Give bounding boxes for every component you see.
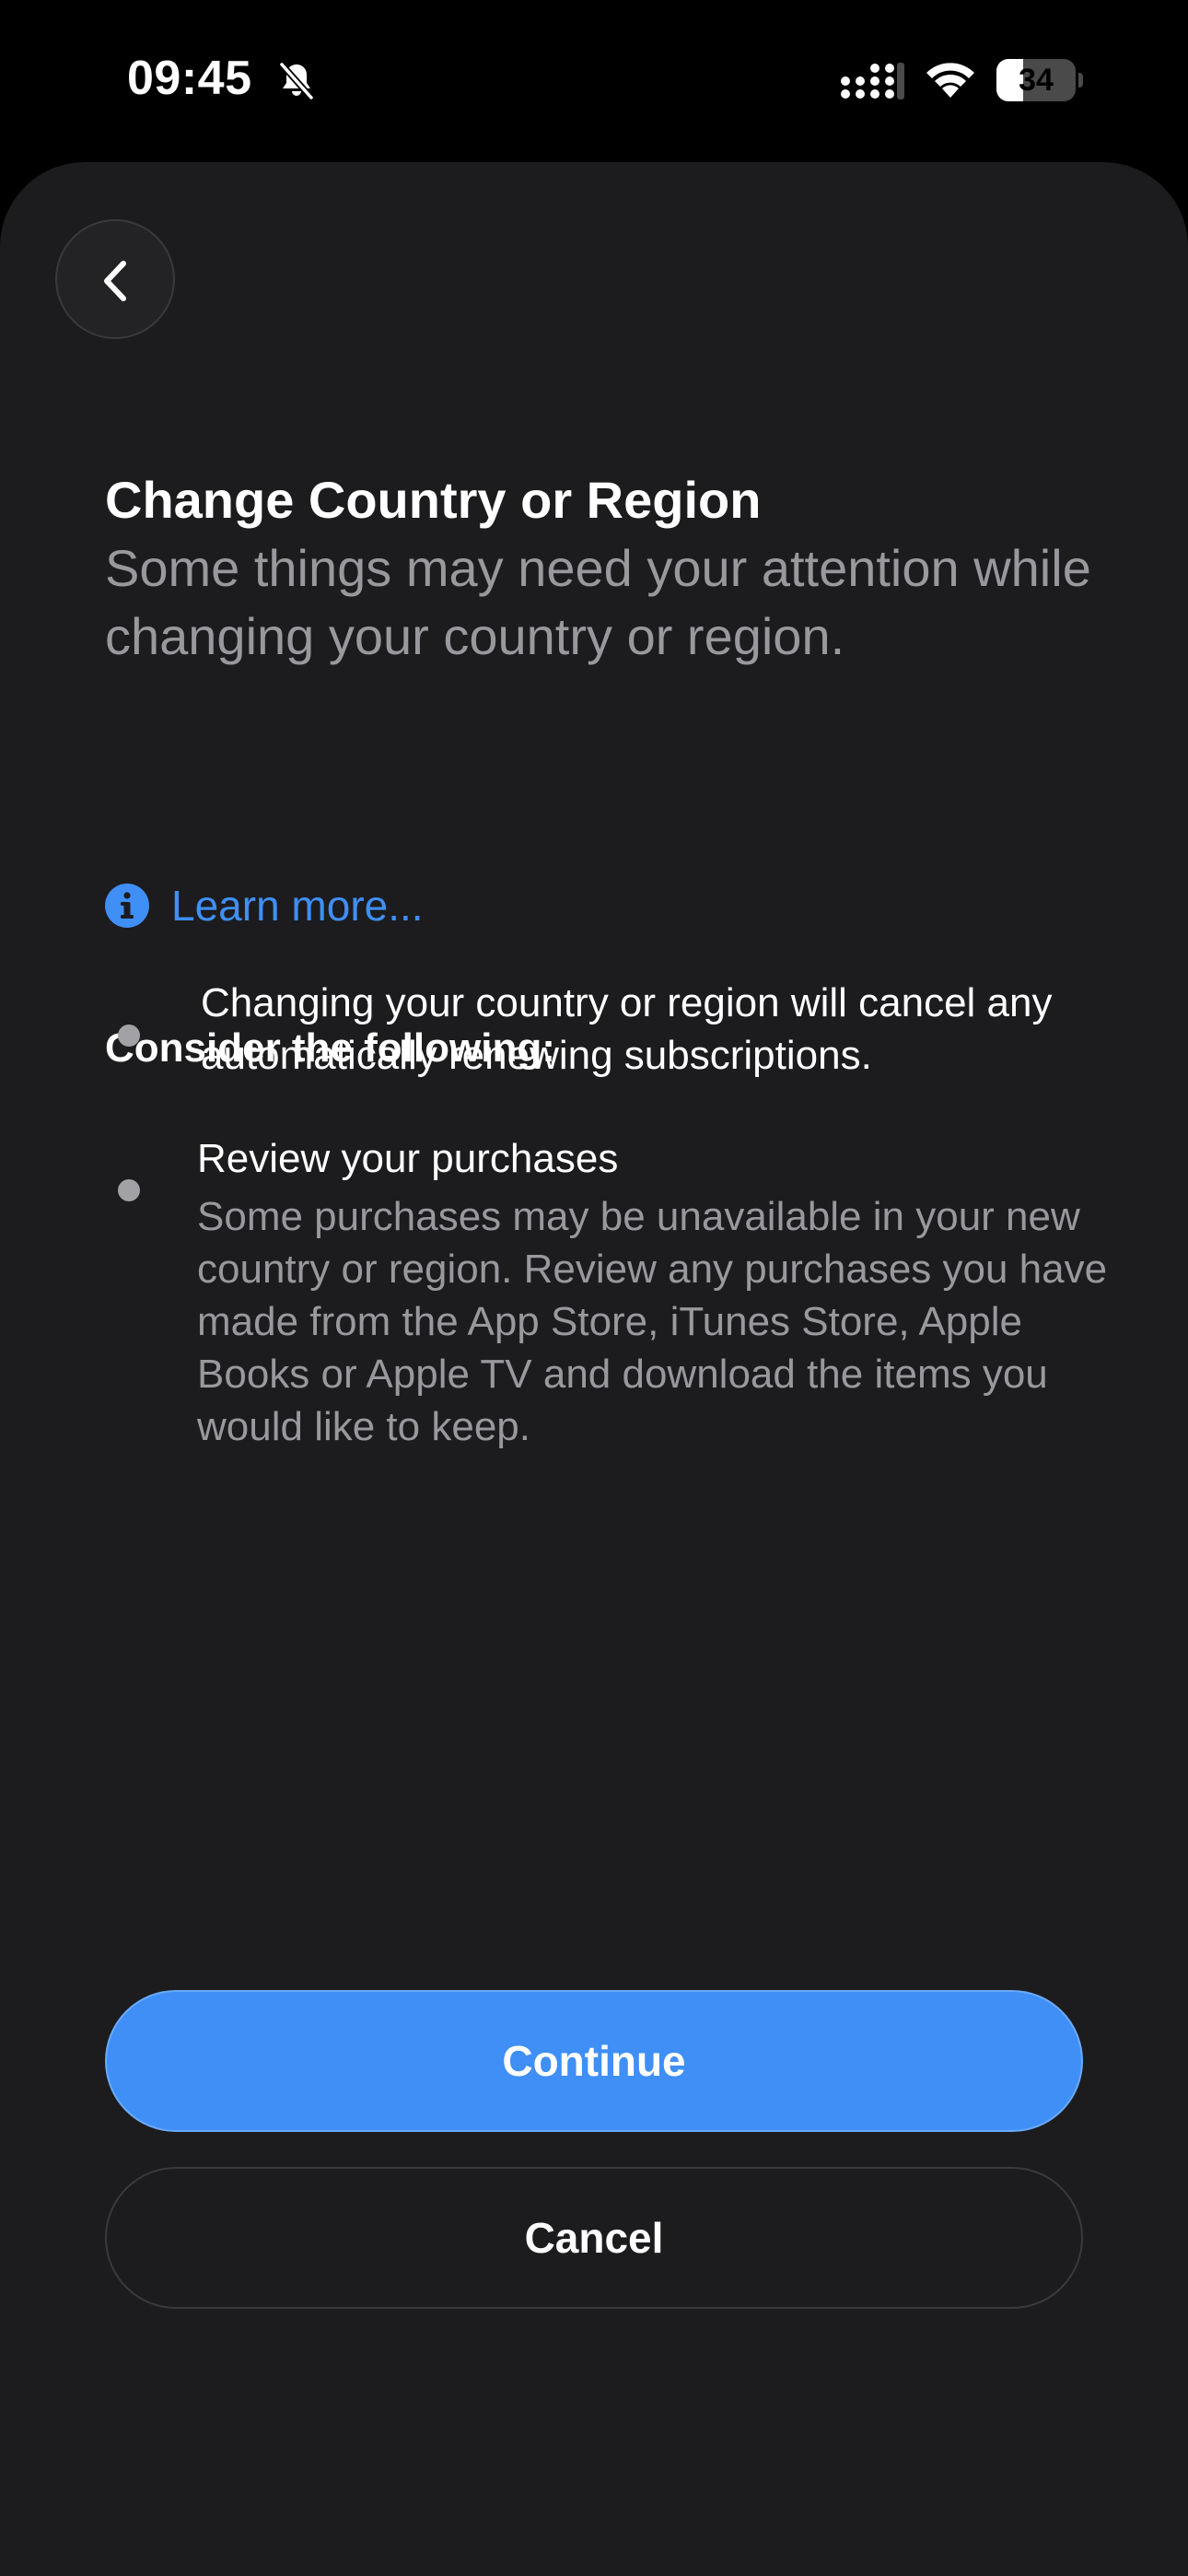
continue-button[interactable]: Continue <box>105 1990 1083 2132</box>
battery-percent: 34 <box>1019 63 1054 98</box>
info-circle-icon <box>105 884 149 928</box>
learn-more-label: Learn more... <box>171 882 424 930</box>
wifi-icon <box>926 63 974 98</box>
review-purchases-description: Some purchases may be unavailable in you… <box>197 1194 1108 1449</box>
status-bar: 09:45 34 <box>0 0 1188 162</box>
review-purchases-title: Review your purchases <box>197 1136 619 1181</box>
bullet-icon <box>118 1025 140 1047</box>
page-title: Change Country or Region <box>105 471 762 529</box>
subscriptions-notice: Changing your country or region will can… <box>201 980 1053 1078</box>
bullet-icon <box>118 1179 140 1201</box>
chevron-left-icon <box>104 261 126 301</box>
cancel-button[interactable]: Cancel <box>105 2167 1083 2309</box>
learn-more-link[interactable]: Learn more... <box>105 877 424 934</box>
cellular-signal-icon <box>841 63 904 100</box>
page-subtitle: Some things may need your attention whil… <box>105 539 1091 665</box>
battery-indicator: 34 <box>996 59 1083 101</box>
bell-slash-icon <box>279 62 314 100</box>
status-time: 09:45 <box>127 52 252 105</box>
back-button[interactable] <box>55 219 175 339</box>
